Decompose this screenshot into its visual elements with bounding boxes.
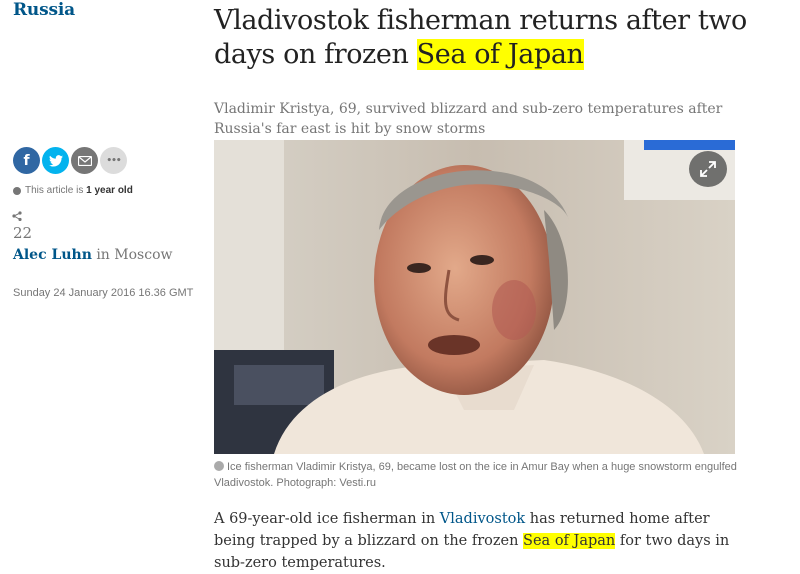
email-icon xyxy=(77,155,92,166)
article-photo[interactable] xyxy=(214,140,735,454)
headline-highlight: Sea of Japan xyxy=(416,39,584,70)
article-age-notice: This article is 1 year old xyxy=(13,185,133,196)
caption-text: Ice fisherman Vladimir Kristya, 69, beca… xyxy=(214,461,737,489)
publication-date: Sunday 24 January 2016 16.36 GMT xyxy=(13,287,194,299)
byline-location: Moscow xyxy=(114,247,173,263)
share-buttons: f ••• xyxy=(13,147,127,174)
twitter-share-button[interactable] xyxy=(42,147,69,174)
photo-caption: Ice fisherman Vladimir Kristya, 69, beca… xyxy=(214,459,739,491)
photo-image xyxy=(214,140,735,454)
facebook-share-button[interactable]: f xyxy=(13,147,40,174)
body-text-1: A 69-year-old ice fisherman in xyxy=(214,511,440,527)
expand-icon xyxy=(700,161,716,177)
age-value: 1 year old xyxy=(86,185,133,196)
more-icon: ••• xyxy=(106,155,121,166)
clock-icon xyxy=(13,186,21,195)
twitter-icon xyxy=(48,154,63,167)
email-share-button[interactable] xyxy=(71,147,98,174)
standfirst: Vladimir Kristya, 69, survived blizzard … xyxy=(214,101,723,137)
page-title: Vladivostok fisherman returns after two … xyxy=(214,4,774,72)
byline-connector: in xyxy=(91,247,115,263)
age-prefix: This article is xyxy=(25,185,87,196)
share-count: 22 xyxy=(13,224,33,242)
author-link[interactable]: Alec Luhn xyxy=(13,247,92,263)
camera-icon xyxy=(214,461,224,471)
body-highlight: Sea of Japan xyxy=(523,533,616,549)
section-label[interactable]: Russia xyxy=(13,0,75,20)
vladivostok-link[interactable]: Vladivostok xyxy=(440,511,525,527)
expand-image-button[interactable] xyxy=(689,151,727,187)
byline: Alec Luhn in Moscow xyxy=(13,247,172,263)
more-share-button[interactable]: ••• xyxy=(100,147,127,174)
article-body-paragraph: A 69-year-old ice fisherman in Vladivost… xyxy=(214,508,744,574)
share-count-icon xyxy=(12,211,22,221)
facebook-icon: f xyxy=(23,152,30,169)
